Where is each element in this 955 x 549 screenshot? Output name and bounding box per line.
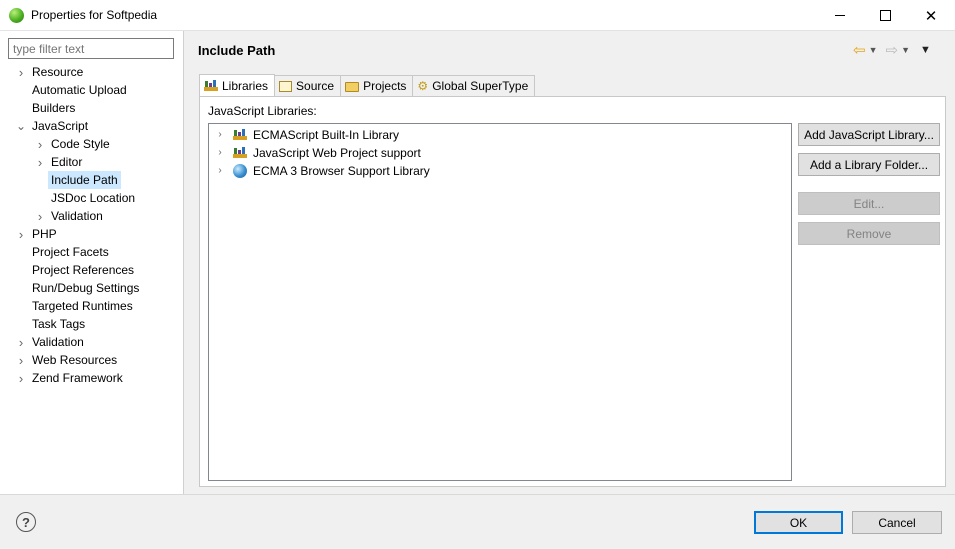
tree-item[interactable]: Automatic Upload	[32, 81, 127, 99]
dialog-button-bar: ? OK Cancel	[0, 494, 955, 549]
tree-item[interactable]: Editor	[51, 153, 82, 171]
library-icon	[233, 146, 247, 160]
chevron-right-icon[interactable]: ›	[16, 63, 26, 81]
add-library-folder-button[interactable]: Add a Library Folder...	[798, 153, 940, 176]
remove-button[interactable]: Remove	[798, 222, 940, 245]
add-javascript-library-button[interactable]: Add JavaScript Library...	[798, 123, 940, 146]
tab-bar: Libraries Source Projects ⚙ Global Super…	[199, 74, 536, 96]
tree-item[interactable]: JavaScript	[32, 117, 88, 135]
tab-label: Projects	[363, 79, 407, 93]
maximize-button[interactable]	[862, 0, 908, 31]
edit-button[interactable]: Edit...	[798, 192, 940, 215]
forward-dropdown-icon[interactable]: ▼	[901, 45, 910, 55]
tree-item[interactable]: Resource	[32, 63, 83, 81]
tab-label: Global SuperType	[432, 79, 529, 93]
tab-libraries[interactable]: Libraries	[199, 74, 276, 96]
tree-item[interactable]: Web Resources	[32, 351, 117, 369]
libraries-icon	[204, 79, 218, 92]
tree-item[interactable]: Run/Debug Settings	[32, 279, 139, 297]
library-label: ECMA 3 Browser Support Library	[253, 164, 430, 178]
back-arrow-icon[interactable]: ⇦	[853, 43, 866, 58]
source-icon	[279, 80, 293, 92]
tree-item[interactable]: Project Facets	[32, 243, 109, 261]
tree-item[interactable]: Builders	[32, 99, 75, 117]
chevron-right-icon[interactable]: ›	[16, 333, 26, 351]
tree-item[interactable]: Validation	[32, 333, 84, 351]
tree-item[interactable]: Project References	[32, 261, 134, 279]
back-dropdown-icon[interactable]: ▼	[869, 45, 878, 55]
page-title: Include Path	[198, 43, 276, 58]
library-icon	[233, 128, 247, 142]
tab-label: Source	[296, 79, 335, 93]
chevron-right-icon[interactable]: ›	[16, 351, 26, 369]
forward-arrow-icon[interactable]: ⇨	[886, 43, 899, 58]
tree-item[interactable]: Include Path	[48, 171, 121, 189]
library-item[interactable]: › JavaScript Web Project support	[209, 144, 791, 162]
close-button[interactable]: ✕	[908, 0, 954, 31]
history-navigation: ⇦ ▼ ⇨ ▼ ▼	[853, 42, 931, 58]
tab-source[interactable]: Source	[274, 75, 342, 96]
tab-global-supertype[interactable]: ⚙ Global SuperType	[412, 75, 536, 96]
library-item[interactable]: › ECMAScript Built-In Library	[209, 126, 791, 144]
chevron-right-icon[interactable]: ›	[35, 207, 45, 225]
view-menu-icon[interactable]: ▼	[920, 44, 931, 56]
chevron-down-icon[interactable]: ⌄	[16, 117, 26, 135]
library-item[interactable]: › ECMA 3 Browser Support Library	[209, 162, 791, 180]
expand-chevron-icon[interactable]: ›	[215, 162, 225, 180]
chevron-right-icon[interactable]: ›	[35, 153, 45, 171]
globe-icon	[233, 164, 247, 178]
chevron-right-icon[interactable]: ›	[16, 369, 26, 387]
library-label: ECMAScript Built-In Library	[253, 128, 400, 142]
filter-input[interactable]	[8, 38, 174, 59]
window-title: Properties for Softpedia	[31, 8, 158, 22]
chevron-right-icon[interactable]: ›	[35, 135, 45, 153]
tree-item[interactable]: Task Tags	[32, 315, 85, 333]
tree-item[interactable]: PHP	[32, 225, 57, 243]
minimize-button[interactable]	[817, 0, 863, 31]
expand-chevron-icon[interactable]: ›	[215, 144, 225, 162]
libraries-panel: JavaScript Libraries: › ECMAScript Built…	[199, 96, 946, 487]
app-icon	[9, 8, 24, 23]
tree-item[interactable]: Code Style	[51, 135, 110, 153]
tab-projects[interactable]: Projects	[340, 75, 414, 96]
cancel-button[interactable]: Cancel	[852, 511, 942, 534]
libraries-heading: JavaScript Libraries:	[208, 104, 317, 118]
chevron-right-icon[interactable]: ›	[16, 225, 26, 243]
tab-label: Libraries	[222, 78, 269, 93]
projects-icon	[345, 82, 360, 92]
help-icon[interactable]: ?	[16, 512, 36, 532]
expand-chevron-icon[interactable]: ›	[215, 126, 225, 144]
tree-item[interactable]: Validation	[51, 207, 103, 225]
library-label: JavaScript Web Project support	[253, 146, 421, 160]
libraries-tree[interactable]: › ECMAScript Built-In Library › JavaScri…	[208, 123, 792, 481]
tree-item[interactable]: Targeted Runtimes	[32, 297, 133, 315]
tree-item[interactable]: JSDoc Location	[51, 189, 135, 207]
title-bar: Properties for Softpedia ✕	[0, 0, 955, 31]
ok-button[interactable]: OK	[754, 511, 843, 534]
tree-item[interactable]: Zend Framework	[32, 369, 123, 387]
supertype-icon: ⚙	[417, 78, 429, 93]
navigation-pane: › ResourceAutomatic UploadBuilders ⌄ JavaSc…	[0, 31, 184, 494]
content-pane: Include Path ⇦ ▼ ⇨ ▼ ▼ Libraries Source …	[185, 31, 955, 494]
